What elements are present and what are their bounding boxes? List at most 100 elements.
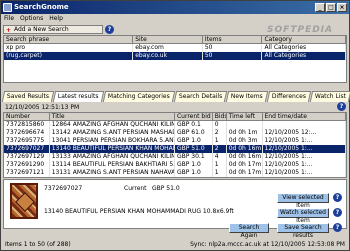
result-title: 13134 STUNNING NAIN SILK/WOOL RUG 4.3... <box>50 177 175 178</box>
result-number: 7372697027 <box>4 145 50 153</box>
item-thumbnail <box>10 183 38 219</box>
table-row[interactable]: 7372695775 13041 PERSIAN PERSIAN BOKHARA … <box>4 137 346 145</box>
add-search-button[interactable]: + Add a New Search <box>3 25 103 34</box>
search-again-button[interactable]: Search Again <box>229 223 269 239</box>
menu-file[interactable]: File <box>4 14 14 24</box>
app-window: SearchGnome _ □ × File Options Help + Ad… <box>0 0 350 251</box>
result-number: 7372696674 <box>4 129 50 137</box>
col-end-time[interactable]: End time/date <box>263 113 346 120</box>
minimize-button[interactable]: _ <box>315 3 325 12</box>
tab-label: Latest results <box>58 93 99 100</box>
menu-options[interactable]: Options <box>20 14 43 24</box>
watch-selected-button[interactable]: Watch selected Item <box>277 208 329 224</box>
result-number: 7372697129 <box>4 153 50 161</box>
result-number: 7372697117 <box>4 177 50 178</box>
result-number: 7372815860 <box>4 121 50 129</box>
result-title: 13133 AMAZING AFGHAN QUCHANI KILIM RU... <box>51 153 175 161</box>
search-phrase: xp pro <box>4 44 134 52</box>
table-row[interactable]: 7372697129 13133 AMAZING AFGHAN QUCHANI K… <box>4 153 346 161</box>
result-bid: GBP 1.0 <box>175 161 213 169</box>
col-items[interactable]: Items <box>203 36 263 43</box>
result-time-left: 0d 0h 17m <box>228 169 263 177</box>
search-site: ebay.com <box>133 44 203 52</box>
tab-label: Matching Categories <box>107 93 170 100</box>
help-icon[interactable]: ? <box>333 193 342 202</box>
save-results-button[interactable]: Save Search results <box>277 223 329 239</box>
result-bids: 4 <box>213 153 227 161</box>
detail-current-value: GBP 51.0 <box>152 185 180 192</box>
search-items: 50 <box>203 52 263 60</box>
detail-title: 13140 BEAUTIFUL PERSIAN KHAN MOHAMMADI R… <box>44 208 234 215</box>
result-bid: GBP 0.1 <box>175 121 213 129</box>
maximize-button[interactable]: □ <box>326 3 336 12</box>
result-bids: 1 <box>213 161 227 169</box>
result-end-time <box>263 121 346 129</box>
search-items: 50 <box>203 44 263 52</box>
tab-label: Differences <box>271 93 306 100</box>
tab-latest-results[interactable]: Latest results <box>52 91 104 102</box>
table-row[interactable]: 7372697027 13140 BEAUTIFUL PERSIAN KHAN M… <box>4 145 346 153</box>
status-bar: Items 1 to 50 (of 288) Sync: nlp2a.mccc.… <box>1 240 349 249</box>
result-time-left: 0d 0h 3m <box>227 137 263 145</box>
add-search-label: Add a New Search <box>14 26 69 33</box>
close-button[interactable]: × <box>337 3 347 12</box>
result-number: 7372697121 <box>4 169 50 177</box>
result-title: 12864 AMAZING AFGHAN QUCHANI KILIM RU... <box>51 121 175 129</box>
result-end-time: 12/10/2005 12:... <box>263 129 346 137</box>
detail-number: 7372697027 <box>44 185 83 192</box>
result-end-time: 12/10/2005 1:... <box>263 161 346 169</box>
result-time-left: 0d 0h 16m <box>228 153 263 161</box>
result-bids: 1 <box>213 137 227 145</box>
menu-bar: File Options Help <box>1 14 349 24</box>
col-search-phrase[interactable]: Search phrase <box>4 36 134 43</box>
tab-search-details[interactable]: Search Details <box>173 91 228 102</box>
col-category[interactable]: Category <box>262 36 346 43</box>
help-icon[interactable]: ? <box>337 102 346 111</box>
help-icon[interactable]: ? <box>105 25 114 34</box>
result-title: 13041 PERSIAN PERSIAN BOKHARA 5.ANT R... <box>51 137 175 145</box>
window-title: SearchGnome <box>14 3 69 11</box>
table-row[interactable]: 7372691290 13114 BEAUTIFUL PERSIAN BAKHTI… <box>4 161 346 169</box>
search-row[interactable]: xp pro ebay.com 50 All Categories <box>4 44 346 52</box>
result-time-left <box>227 121 263 129</box>
table-row[interactable]: 7372697121 13131 AMAZING S.ANT PERSIAN NA… <box>4 169 346 177</box>
items-count: Items 1 to 50 (of 288) <box>5 241 71 248</box>
col-number[interactable]: Number <box>4 113 50 120</box>
tab-new-items[interactable]: New Items <box>225 91 268 102</box>
col-site[interactable]: Site <box>133 36 203 43</box>
tab-bar: Saved Results Latest results Matching Ca… <box>1 91 350 102</box>
tab-matching-categories[interactable]: Matching Categories <box>102 91 175 102</box>
result-title: 13114 BEAUTIFUL PERSIAN BAKHTIARI 5.AN..… <box>51 161 175 169</box>
result-bids: 0 <box>213 121 227 129</box>
searches-header: Search phrase Site Items Category <box>4 36 346 44</box>
tab-differences[interactable]: Differences <box>266 91 311 102</box>
result-time-left: 0d 0h 16m <box>228 145 263 153</box>
search-category: All Categories <box>262 44 346 52</box>
result-bid: GBP 1.0 <box>175 137 213 145</box>
table-row[interactable]: 7372696674 13142 AMAZING S.ANT PERSIAN MA… <box>4 129 346 137</box>
detail-current-label: Current <box>124 185 147 192</box>
view-selected-button[interactable]: View selected Item <box>277 193 329 209</box>
tab-watch-list[interactable]: Watch List <box>309 91 350 102</box>
result-end-time: 12/10/2005 1:... <box>263 137 346 145</box>
result-bid: GBP 21.0 <box>175 177 213 178</box>
help-icon[interactable]: ? <box>333 223 342 232</box>
col-time-left[interactable]: Time left <box>227 113 263 120</box>
result-time-left: 0d 0h 1m <box>227 129 263 137</box>
table-row[interactable]: 7372815860 12864 AMAZING AFGHAN QUCHANI K… <box>4 121 346 129</box>
result-title: 13131 AMAZING S.ANT PERSIAN NAHAVAND ... <box>51 169 175 177</box>
col-title[interactable]: Title <box>50 113 175 120</box>
search-site: ebay.co.uk <box>133 52 203 60</box>
help-icon[interactable]: ? <box>333 208 342 217</box>
result-time-left: 0d 0h 17m <box>228 161 263 169</box>
col-current-bid[interactable]: Current bid <box>175 113 213 120</box>
results-table: Number Title Current bid Bids Time left … <box>3 112 347 178</box>
search-row[interactable]: (rug,carpet) ebay.co.uk 50 All Categorie… <box>4 52 346 60</box>
tab-label: New Items <box>230 93 263 100</box>
table-row[interactable]: 737269711713134 STUNNING NAIN SILK/WOOL … <box>4 177 346 178</box>
menu-help[interactable]: Help <box>49 14 63 24</box>
col-bids[interactable]: Bids <box>213 113 227 120</box>
result-bids: 1 <box>213 169 227 177</box>
result-bids: 3 <box>213 177 227 178</box>
tab-saved-results[interactable]: Saved Results <box>1 91 55 102</box>
